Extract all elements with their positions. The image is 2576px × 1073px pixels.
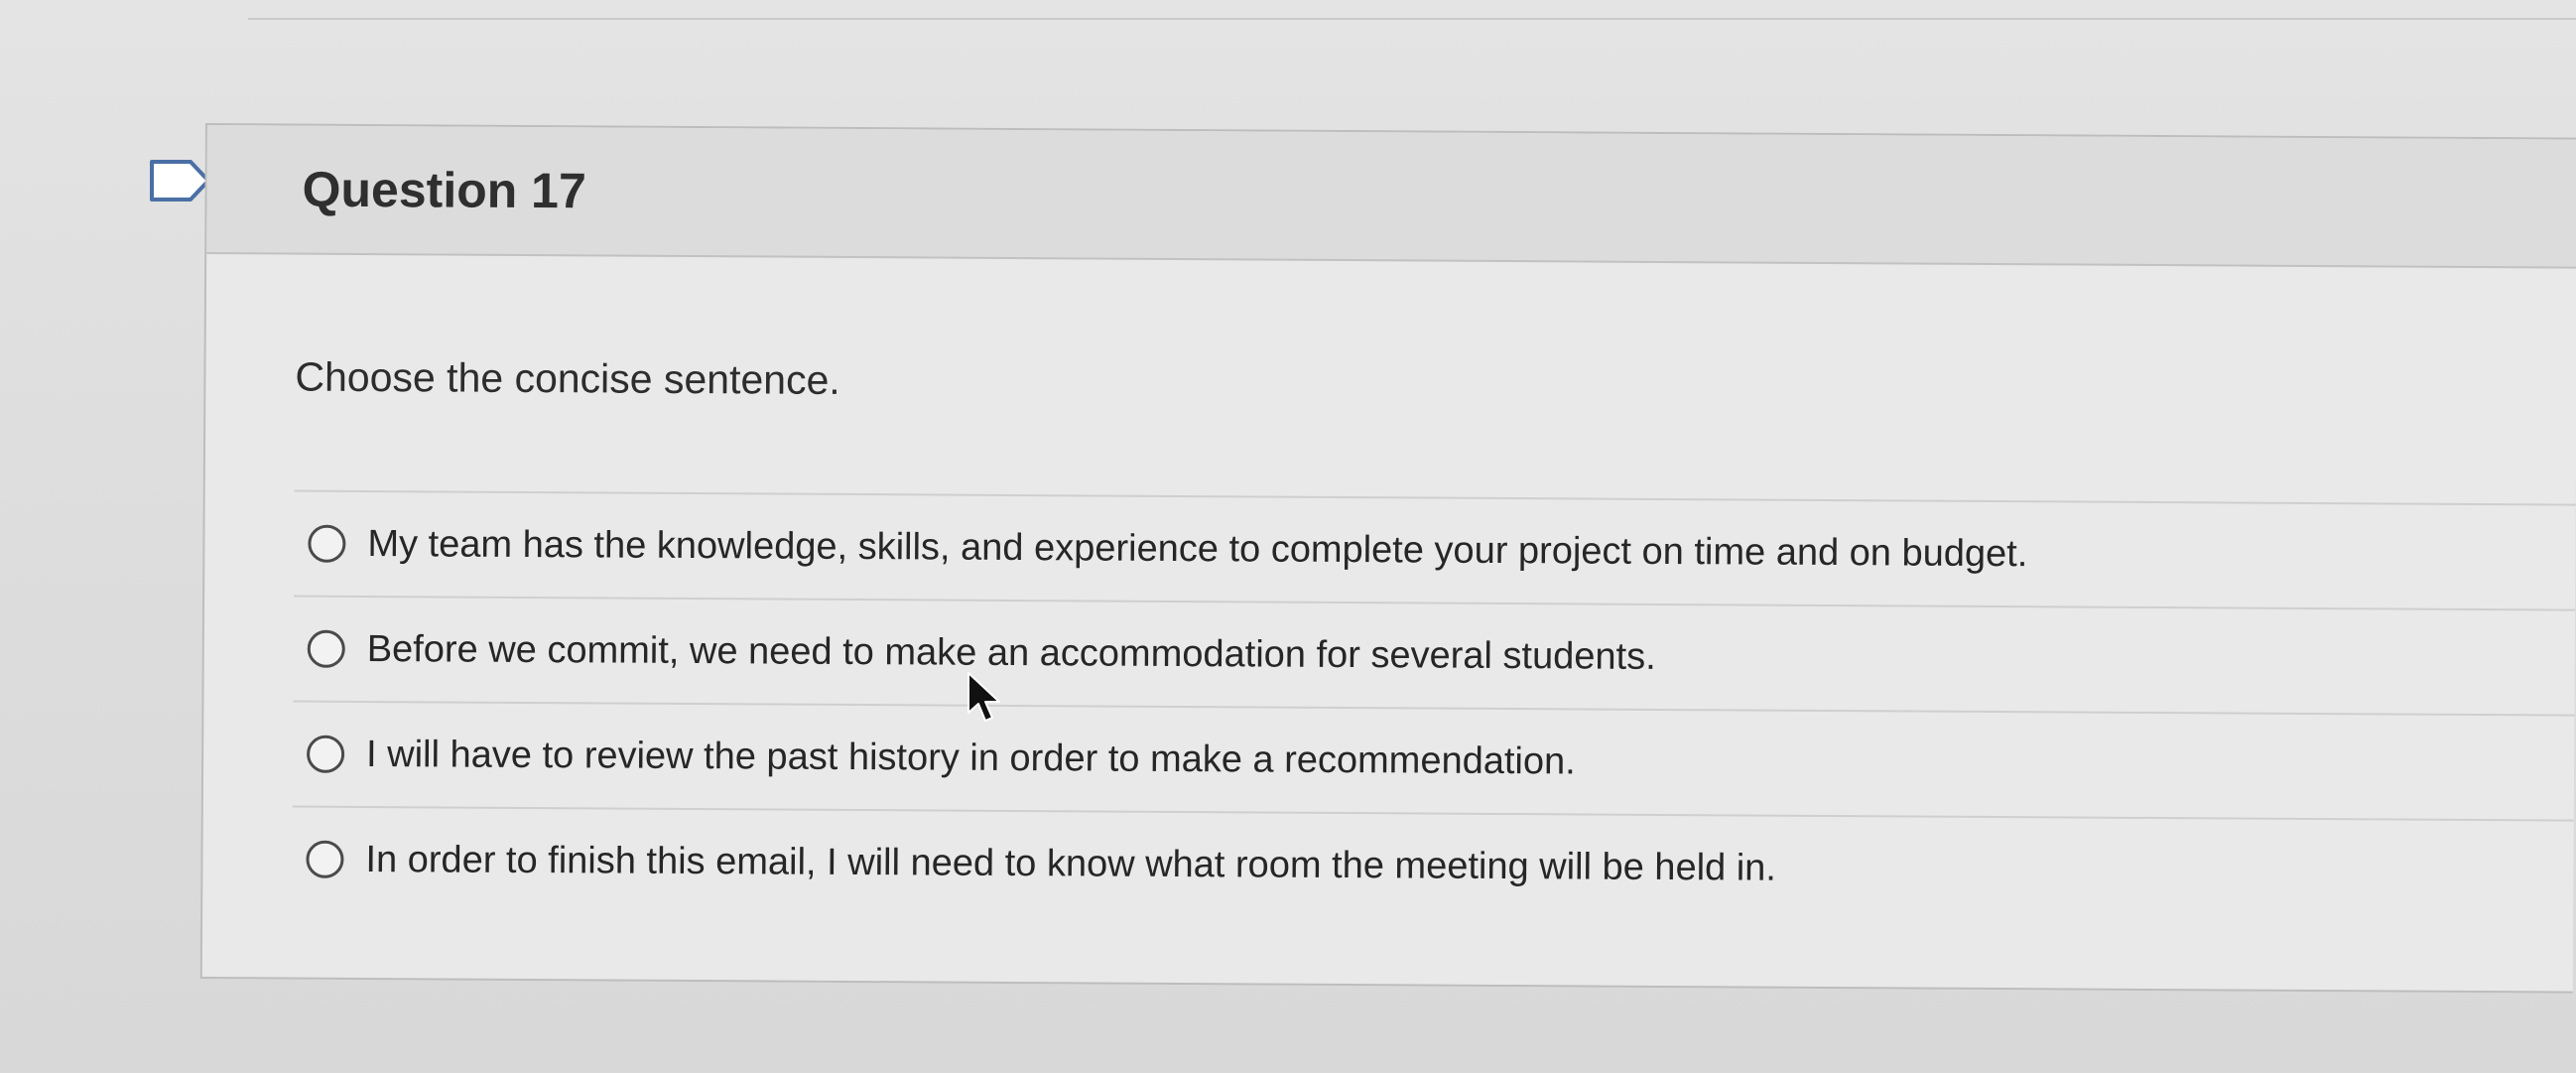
answer-label: My team has the knowledge, skills, and e… xyxy=(367,522,2028,575)
question-title: Question 17 xyxy=(302,161,586,219)
radio-icon[interactable] xyxy=(307,629,345,668)
question-prompt: Choose the concise sentence. xyxy=(295,353,840,403)
top-divider xyxy=(248,18,2576,20)
question-header: Question 17 xyxy=(206,125,2576,269)
answer-option[interactable]: My team has the knowledge, skills, and e… xyxy=(294,491,2576,611)
radio-icon[interactable] xyxy=(307,735,345,773)
answer-label: Before we commit, we need to make an acc… xyxy=(366,627,1656,678)
question-body: Choose the concise sentence. My team has… xyxy=(202,353,2576,925)
question-card: Question 17 Choose the concise sentence.… xyxy=(199,123,2576,994)
answer-label: I will have to review the past history i… xyxy=(365,733,1576,782)
answer-label: In order to finish this email, I will ne… xyxy=(365,838,1777,889)
mouse-pointer-icon xyxy=(967,672,1000,722)
answer-option[interactable]: I will have to review the past history i… xyxy=(292,702,2575,822)
answer-list: My team has the knowledge, skills, and e… xyxy=(292,489,2576,925)
answer-option[interactable]: In order to finish this email, I will ne… xyxy=(292,808,2574,925)
radio-icon[interactable] xyxy=(308,524,346,563)
radio-icon[interactable] xyxy=(306,840,344,878)
flag-icon[interactable] xyxy=(149,157,212,204)
answer-option[interactable]: Before we commit, we need to make an acc… xyxy=(293,597,2576,717)
